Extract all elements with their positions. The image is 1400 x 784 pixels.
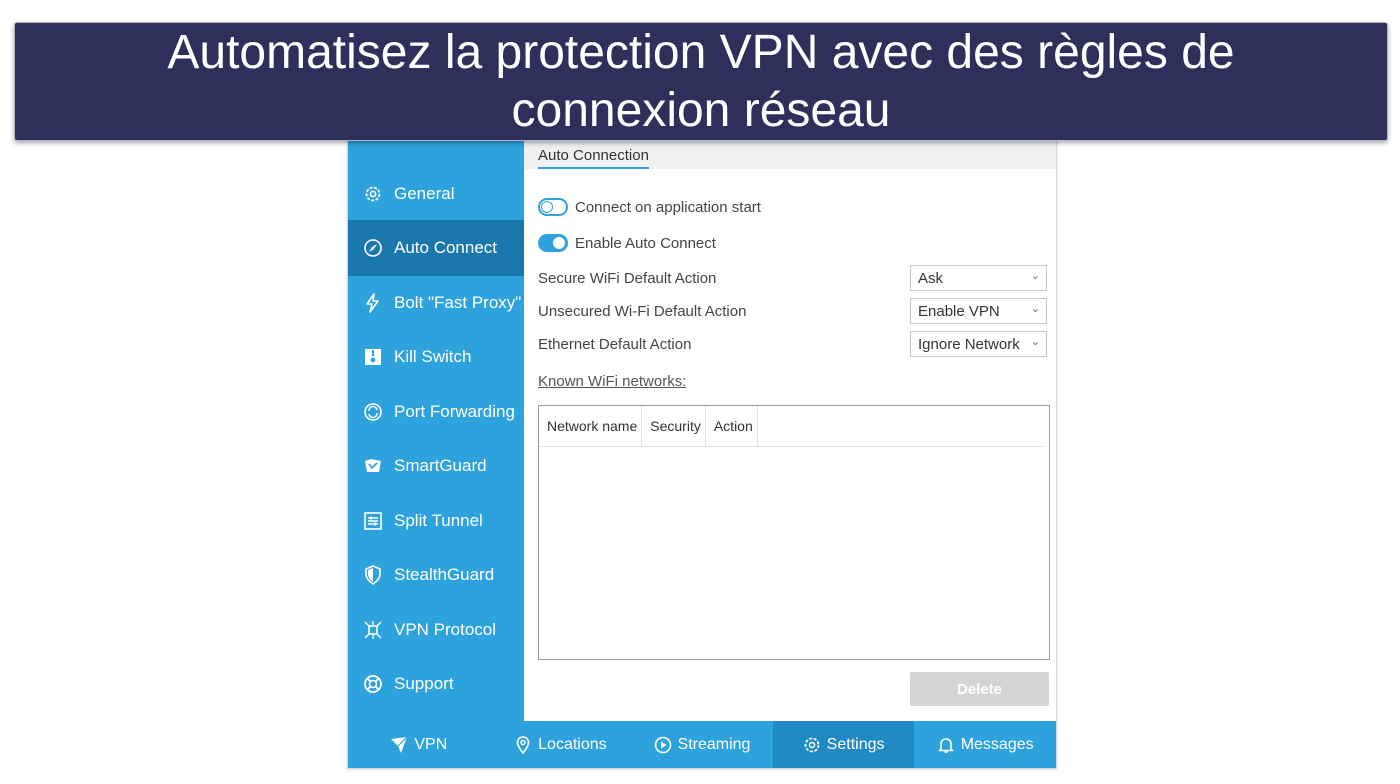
sidebar-item-kill-switch[interactable]: Kill Switch [348,329,524,385]
chevron-down-icon: ⌄ [1030,336,1040,348]
play-icon [654,736,672,754]
bottom-nav: VPN Locations Streaming Settings Message… [348,721,1056,768]
known-networks-table[interactable]: Network name Security Action [538,405,1050,660]
enable-auto-connect-toggle[interactable] [538,234,568,252]
title-banner: Automatisez la protection VPN avec des r… [14,22,1388,141]
sidebar-item-auto-connect[interactable]: Auto Connect [348,220,524,276]
ethernet-select[interactable]: Ignore Network ⌄ [910,331,1047,357]
bolt-icon [362,292,384,314]
known-wifi-networks-link[interactable]: Known WiFi networks: [538,373,686,390]
sidebar-item-split-tunnel[interactable]: Split Tunnel [348,493,524,549]
split-tunnel-icon [362,510,384,532]
unsecured-wifi-label: Unsecured Wi-Fi Default Action [538,303,747,320]
gear-icon [362,183,384,205]
nav-messages[interactable]: Messages [914,721,1056,768]
column-security[interactable]: Security [642,406,706,446]
port-forwarding-icon [362,401,384,423]
connect-on-start-row[interactable]: Connect on application start [538,198,761,216]
unsecured-wifi-select[interactable]: Enable VPN ⌄ [910,298,1047,324]
enable-auto-connect-row[interactable]: Enable Auto Connect [538,234,716,252]
nav-settings[interactable]: Settings [772,721,915,768]
chevron-down-icon: ⌄ [1030,303,1040,315]
nav-vpn[interactable]: VPN [348,721,490,768]
app-window: General Auto Connect Bolt "Fast Proxy" K… [347,100,1057,769]
chevron-down-icon: ⌄ [1030,270,1040,282]
sidebar-item-label: Support [394,674,454,693]
kill-switch-icon [362,346,384,368]
table-header: Network name Security Action [539,406,1044,447]
nav-streaming[interactable]: Streaming [631,721,773,768]
tab-auto-connection[interactable]: Auto Connection [538,147,649,169]
sidebar-item-smartguard[interactable]: SmartGuard [348,438,524,494]
delete-button[interactable]: Delete [910,672,1049,706]
sidebar-item-general[interactable]: General [348,166,524,222]
connect-on-start-label: Connect on application start [575,198,761,216]
nav-locations[interactable]: Locations [490,721,632,768]
secure-wifi-select[interactable]: Ask ⌄ [910,265,1047,291]
sidebar-item-label: SmartGuard [394,456,487,475]
ethernet-label: Ethernet Default Action [538,336,692,353]
column-action[interactable]: Action [706,406,758,446]
column-network-name[interactable]: Network name [539,406,643,446]
smartguard-icon [362,455,384,477]
compass-icon [362,237,384,259]
sidebar-item-label: VPN Protocol [394,620,497,639]
location-pin-icon [514,735,532,754]
enable-auto-connect-label: Enable Auto Connect [575,234,716,252]
sidebar-item-vpn-protocol[interactable]: VPN Protocol [348,602,524,658]
lifebuoy-icon [362,673,384,695]
sidebar-item-port-forwarding[interactable]: Port Forwarding [348,384,524,440]
sidebar-item-label: Split Tunnel [394,511,483,530]
settings-sidebar: General Auto Connect Bolt "Fast Proxy" K… [348,101,524,721]
settings-content: Auto Connection Connect on application s… [524,101,1056,721]
sidebar-item-label: General [394,184,455,203]
sidebar-item-label: Auto Connect [394,238,498,257]
sidebar-item-label: StealthGuard [394,565,495,584]
sidebar-item-stealthguard[interactable]: StealthGuard [348,547,524,603]
secure-wifi-label: Secure WiFi Default Action [538,270,717,287]
sidebar-item-label: Kill Switch [394,347,472,366]
shield-icon [362,564,384,586]
sidebar-item-label: Port Forwarding [394,402,515,421]
vpn-icon [390,736,408,754]
sidebar-item-support[interactable]: Support [348,656,524,712]
bell-icon [937,736,955,754]
sidebar-item-label: Bolt "Fast Proxy" [394,293,522,312]
connect-on-start-toggle[interactable] [538,198,568,216]
banner-title: Automatisez la protection VPN avec des r… [167,25,1235,137]
sidebar-item-bolt[interactable]: Bolt "Fast Proxy" [348,275,524,331]
protocol-icon [362,619,384,641]
gear-icon [803,736,821,754]
